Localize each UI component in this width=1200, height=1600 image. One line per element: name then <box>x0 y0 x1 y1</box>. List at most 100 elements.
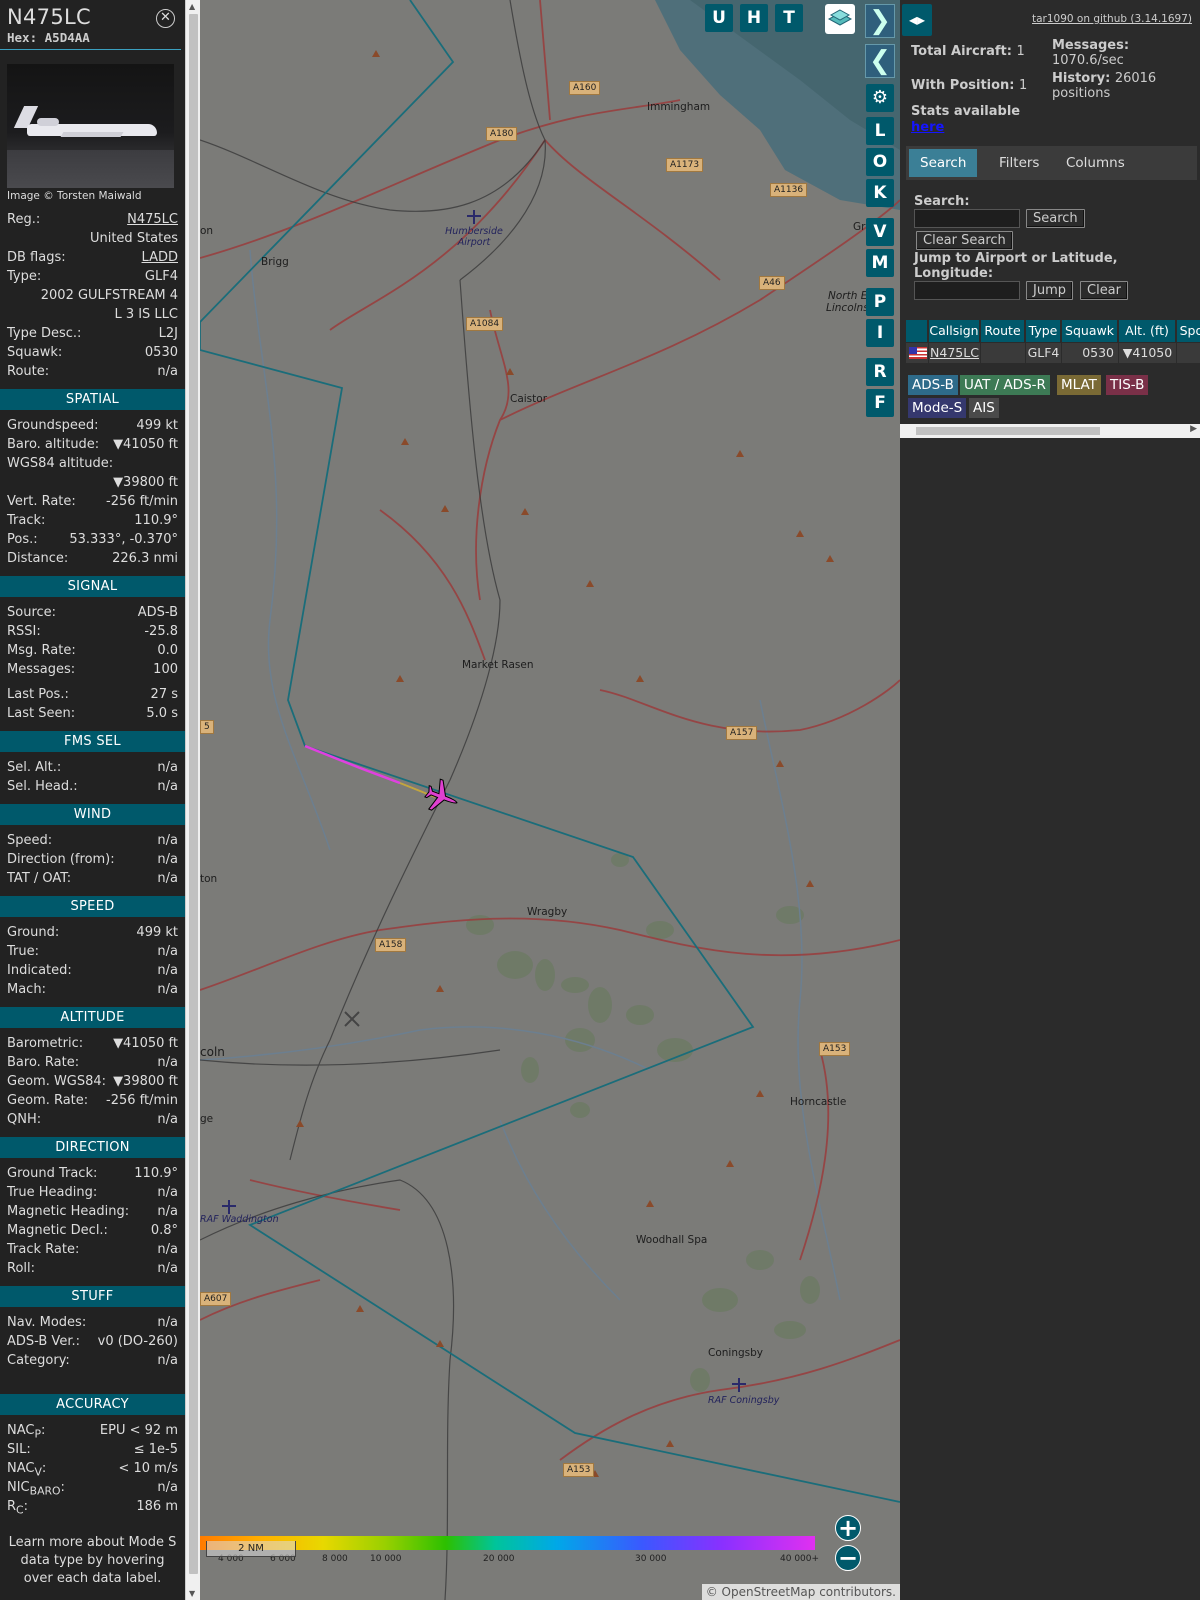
qnh-row: QNH: n/a <box>0 1110 185 1129</box>
stats-here-link[interactable]: here <box>911 120 944 135</box>
tab-search[interactable]: Search <box>909 149 978 177</box>
route-label: Route: <box>7 364 50 379</box>
table-header[interactable]: Callsign <box>929 320 980 342</box>
town-label: Woodhall Spa <box>636 1234 708 1246</box>
road-shield: A1084 <box>466 317 504 331</box>
zoom-out-icon[interactable]: − <box>835 1545 861 1571</box>
table-cell-altitude[interactable]: ▼41050 <box>1119 343 1176 363</box>
type-label: Type: <box>7 269 42 284</box>
town-label: Caistor <box>510 393 548 405</box>
jump-input[interactable] <box>914 281 1020 300</box>
ground-track-row: Ground Track: 110.9° <box>0 1164 185 1183</box>
source-row: Source: ADS-B <box>0 603 185 622</box>
search-button[interactable]: Search <box>1026 209 1085 228</box>
table-header[interactable]: Type <box>1026 320 1061 342</box>
road-shield: A1136 <box>770 183 808 197</box>
source-badge-modes[interactable]: Mode-S <box>908 398 967 418</box>
sil-row: SIL: ≤ 1e-5 <box>0 1440 185 1459</box>
clear-jump-button[interactable]: Clear <box>1080 281 1128 300</box>
toggle-u-button[interactable]: U <box>705 4 733 32</box>
source-badge-tisb[interactable]: TIS-B <box>1106 375 1149 395</box>
toggle-v-button[interactable]: V <box>866 218 894 246</box>
map-canvas[interactable] <box>200 0 900 1600</box>
roll-label: Roll: <box>7 1261 36 1276</box>
rssi-value: -25.8 <box>144 624 178 639</box>
info-panel-scrollbar[interactable]: ▲ ▼ <box>185 0 200 1600</box>
settings-gear-icon[interactable]: ⚙ <box>866 84 894 112</box>
scroll-up-arrow-icon[interactable]: ▲ <box>189 2 195 11</box>
history: History: 26016 positions <box>1052 71 1192 101</box>
table-header[interactable]: Squawk <box>1062 320 1118 342</box>
sel-head-row: Sel. Head.: n/a <box>0 777 185 796</box>
toggle-f-button[interactable]: F <box>866 389 894 417</box>
source-badge-mlat[interactable]: MLAT <box>1057 375 1101 395</box>
toggle-h-button[interactable]: H <box>740 4 768 32</box>
wind-dir-row: Direction (from): n/a <box>0 850 185 869</box>
expand-sidebar-icon[interactable]: ◂▸ <box>902 4 932 36</box>
with-position: With Position: 1 <box>911 78 1027 93</box>
layers-icon[interactable] <box>825 4 855 34</box>
baro-alt-label: Baro. altitude: <box>7 437 100 452</box>
toggle-i-button[interactable]: I <box>866 319 894 347</box>
tab-columns[interactable]: Columns <box>1055 149 1136 177</box>
photo-credit[interactable]: Image © Torsten Maiwald <box>0 188 185 210</box>
db-flags-link[interactable]: LADD <box>142 248 178 267</box>
table-cell-callsign[interactable]: N475LC <box>929 343 980 363</box>
messages-row: Messages: 100 <box>0 660 185 679</box>
aircraft-photo[interactable] <box>7 64 174 188</box>
section-altitude: ALTITUDE <box>0 1007 185 1028</box>
table-cell-squawk[interactable]: 0530 <box>1062 343 1118 363</box>
road-shield: A153 <box>563 1463 595 1477</box>
source-badge-ais[interactable]: AIS <box>969 398 999 418</box>
table-cell-speed[interactable] <box>1177 343 1200 363</box>
rssi-label: RSSI: <box>7 624 41 639</box>
tat-oat-row: TAT / OAT: n/a <box>0 869 185 888</box>
geom-row: Geom. WGS84: ▼39800 ft <box>0 1072 185 1091</box>
attribution-link[interactable]: © OpenStreetMap <box>706 1585 816 1599</box>
clear-search-button[interactable]: Clear Search <box>916 231 1013 250</box>
jump-button[interactable]: Jump <box>1026 281 1073 300</box>
source-badge-uat[interactable]: UAT / ADS-R <box>960 375 1050 395</box>
toggle-l-button[interactable]: L <box>866 117 894 145</box>
table-header[interactable]: Alt. (ft) <box>1119 320 1176 342</box>
mag-decl-label: Magnetic Decl.: <box>7 1223 108 1238</box>
nacv-label-text: NAC <box>7 1461 35 1476</box>
adsb-ver-row: ADS-B Ver.: v0 (DO-260) <box>0 1332 185 1351</box>
toggle-p-button[interactable]: P <box>866 288 894 316</box>
github-link[interactable]: tar1090 on github (3.14.1697) <box>1032 13 1192 25</box>
photo-jet-engine <box>37 118 59 126</box>
table-cell-type[interactable]: GLF4 <box>1026 343 1061 363</box>
scrollbar-thumb[interactable] <box>189 14 198 1574</box>
table-horizontal-scrollbar[interactable]: ▶ <box>900 424 1200 438</box>
toggle-r-button[interactable]: R <box>866 358 894 386</box>
map-view[interactable]: Immingham Brigg Caistor Market Rasen Wra… <box>200 0 900 1600</box>
sel-alt-row: Sel. Alt.: n/a <box>0 758 185 777</box>
mach-label: Mach: <box>7 982 46 997</box>
toggle-m-button[interactable]: M <box>866 249 894 277</box>
search-input[interactable] <box>914 209 1020 228</box>
messages-value: 100 <box>153 662 178 677</box>
scroll-down-arrow-icon[interactable]: ▼ <box>189 1589 195 1598</box>
tab-filters[interactable]: Filters <box>988 149 1050 177</box>
table-cell-route[interactable] <box>981 343 1025 363</box>
scroll-right-arrow-icon[interactable]: ▶ <box>1190 424 1197 434</box>
db-flags-row: DB flags: LADD <box>0 248 185 267</box>
registration-link[interactable]: N475LC <box>127 210 178 229</box>
vert-rate-label: Vert. Rate: <box>7 494 76 509</box>
rc-label-sub: C <box>16 1503 24 1517</box>
zoom-in-icon[interactable]: + <box>835 1515 861 1541</box>
source-badge-adsb[interactable]: ADS-B <box>908 375 958 395</box>
true-speed-label: True: <box>7 944 39 959</box>
baro-rate-value: n/a <box>157 1055 178 1070</box>
close-icon[interactable]: ✕ <box>156 9 175 28</box>
scrollbar-thumb[interactable] <box>916 427 1100 435</box>
barometric-value: ▼41050 ft <box>113 1036 178 1051</box>
toggle-k-button[interactable]: K <box>866 179 894 207</box>
table-header[interactable]: Route <box>981 320 1025 342</box>
tat-oat-value: n/a <box>157 871 178 886</box>
toggle-t-button[interactable]: T <box>775 4 803 32</box>
table-header[interactable]: Spd <box>1177 320 1200 342</box>
chevron-left-icon[interactable]: ❮ <box>865 44 895 78</box>
chevron-right-icon[interactable]: ❯ <box>865 4 895 38</box>
toggle-o-button[interactable]: O <box>866 148 894 176</box>
